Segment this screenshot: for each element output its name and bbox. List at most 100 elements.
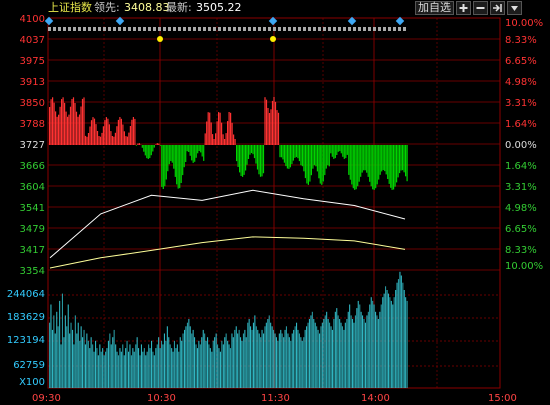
volume-bar [333,319,335,388]
breadth-bar [363,145,365,171]
volume-bar [207,337,209,388]
volume-bar [86,333,88,388]
price-tick-label: 3975 [20,56,45,67]
volume-bar [360,311,362,388]
breadth-bar [313,145,315,166]
volume-bar [138,348,140,388]
volume-bar [165,340,167,388]
time-tick-label: 11:30 [261,393,290,404]
volume-bar [297,329,299,388]
volume-bar [189,326,191,388]
volume-bar [136,337,138,388]
breadth-bar [406,145,408,182]
breadth-bar [342,145,344,157]
volume-bar [105,351,107,388]
breadth-bar [337,145,339,152]
volume-bar [132,348,134,388]
breadth-bar [402,145,404,171]
minus-icon[interactable] [473,1,488,15]
breadth-bar [378,145,380,180]
event-marker-yellow[interactable] [270,36,276,42]
breadth-bar [144,145,146,156]
breadth-bar [300,145,302,166]
volume-bar [133,351,135,388]
breadth-bar [327,145,329,166]
volume-bar [120,351,122,388]
volume-bar [357,300,359,388]
volume-bar [166,326,168,388]
breadth-bar [391,145,393,190]
breadth-bar [274,101,277,145]
event-marker-yellow[interactable] [157,36,163,42]
breadth-bar [259,145,262,177]
breadth-bar [49,107,51,145]
breadth-bar [297,145,299,159]
breadth-bar [381,145,383,172]
volume-bar [234,329,236,388]
volume-bar [50,304,52,388]
volume-bar [247,322,249,388]
percent-tick-label: 8.33% [505,35,537,46]
breadth-bar [87,133,90,145]
volume-bar [349,304,351,388]
volume-bar [271,326,273,388]
volume-bar [288,337,290,388]
volume-bar [142,351,144,388]
volume-bar [100,351,102,388]
breadth-bar [194,145,196,162]
price-tick-label: 3541 [20,203,45,214]
volume-bar [310,315,312,388]
volume-bar [275,337,277,388]
breadth-bar [361,145,363,173]
volume-bar [242,333,244,388]
volume-bar [346,319,348,388]
volume-bar [232,337,234,388]
breadth-bar [98,136,100,145]
breadth-bar [75,111,78,145]
volume-bar [400,275,402,388]
volume-bar [376,315,378,388]
volume-bar [87,340,89,388]
volume-bar [273,329,275,388]
plus-icon[interactable] [456,1,471,15]
breadth-bar [245,145,247,171]
breadth-bar [306,145,308,184]
breadth-bar [177,145,179,189]
leading-label: 领先: [94,1,120,14]
volume-bar [350,315,352,388]
triangle-down-icon[interactable] [507,1,522,15]
volume-bar [201,337,203,388]
volume-bar [375,311,377,388]
volume-bar [93,351,95,388]
volume-bar [311,311,313,388]
volume-bar [191,333,193,388]
breadth-bar [96,131,99,145]
breadth-bar [93,118,96,145]
volume-bar [198,340,200,388]
breadth-bar [218,112,220,145]
volume-bar [208,344,210,388]
breadth-bar [183,145,185,168]
volume-bar [301,340,303,388]
breadth-bar [279,145,281,158]
volume-bar [320,326,322,388]
latest-value: 3505.22 [196,1,242,14]
volume-bar [383,293,385,388]
breadth-bar [277,112,280,145]
volume-bar [369,304,371,388]
breadth-bar [321,145,323,185]
breadth-bar [212,134,214,145]
breadth-bar [265,99,268,145]
breadth-bar [358,145,360,182]
volume-bar [263,333,265,388]
volume-bar [185,326,187,388]
breadth-bar [280,145,283,158]
arrow-right-bar-icon[interactable] [490,1,505,15]
breadth-bar [298,145,300,162]
volume-bar [356,308,358,388]
breadth-bar [282,145,284,160]
volume-bar [83,329,85,388]
volume-bar [283,337,285,388]
breadth-bar [221,122,223,145]
add-watchlist-button[interactable]: 加自选 [415,1,454,15]
